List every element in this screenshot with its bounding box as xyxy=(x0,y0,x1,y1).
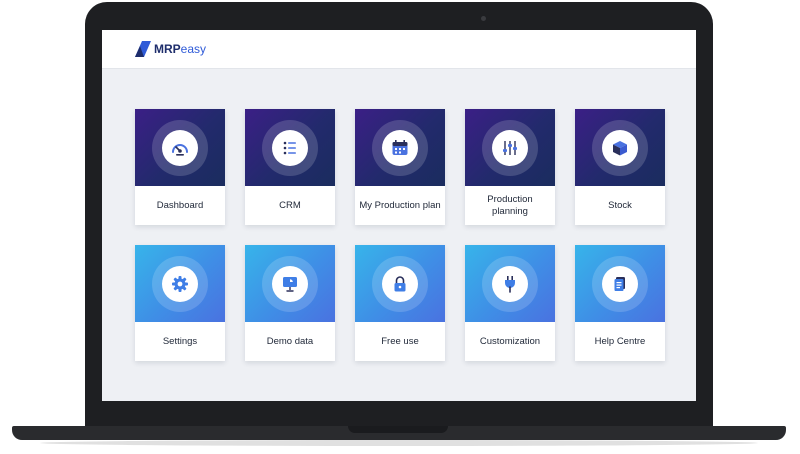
tile-header xyxy=(465,109,555,186)
icon-disc xyxy=(272,266,308,302)
tile-header xyxy=(135,109,225,186)
lock-icon xyxy=(394,276,406,292)
logo[interactable]: MRPeasy xyxy=(154,42,206,56)
list-icon xyxy=(283,141,296,155)
tile-label: Demo data xyxy=(266,335,314,347)
gauge-icon xyxy=(172,144,188,156)
tile-label: Dashboard xyxy=(156,199,204,211)
tile-header xyxy=(575,109,665,186)
tile-label: Production planning xyxy=(487,193,533,217)
laptop-base xyxy=(12,426,786,440)
tile-my-production-plan[interactable]: My Production plan xyxy=(355,109,445,225)
icon-ring xyxy=(372,120,428,176)
tile-label: Customization xyxy=(479,335,541,347)
tile-dashboard[interactable]: Dashboard xyxy=(135,109,225,225)
icon-ring xyxy=(372,256,428,312)
document-icon xyxy=(614,277,625,291)
logo-suffix: easy xyxy=(180,42,207,56)
app-header: MRPeasy xyxy=(102,30,696,69)
icon-ring xyxy=(592,256,648,312)
icon-disc xyxy=(382,130,418,166)
icon-disc xyxy=(492,130,528,166)
tile-label: Help Centre xyxy=(594,335,646,347)
icon-ring xyxy=(482,120,538,176)
tile-settings[interactable]: Settings xyxy=(135,245,225,361)
calendar-icon xyxy=(392,140,408,155)
app-screen: MRPeasy Dashboard CRM My Production plan… xyxy=(102,30,696,401)
plug-icon xyxy=(505,276,515,293)
tile-help-centre[interactable]: Help Centre xyxy=(575,245,665,361)
tile-header xyxy=(465,245,555,322)
icon-disc xyxy=(602,130,638,166)
tile-production-planning[interactable]: Production planning xyxy=(465,109,555,225)
icon-disc xyxy=(492,266,528,302)
tile-header xyxy=(135,245,225,322)
tile-demo-data[interactable]: Demo data xyxy=(245,245,335,361)
laptop-notch xyxy=(348,426,448,433)
icon-ring xyxy=(152,256,208,312)
tile-header xyxy=(355,245,445,322)
tile-label: My Production plan xyxy=(359,199,441,211)
tile-header xyxy=(575,245,665,322)
logo-icon xyxy=(135,41,151,57)
icon-disc xyxy=(272,130,308,166)
presentation-icon xyxy=(283,277,297,292)
tile-customization[interactable]: Customization xyxy=(465,245,555,361)
sliders-icon xyxy=(503,141,517,155)
laptop-shadow xyxy=(40,440,758,446)
icon-disc xyxy=(162,130,198,166)
logo-brand: MRP xyxy=(154,42,181,56)
camera xyxy=(481,16,486,21)
icon-ring xyxy=(592,120,648,176)
tile-stock[interactable]: Stock xyxy=(575,109,665,225)
tile-crm[interactable]: CRM xyxy=(245,109,335,225)
box-icon xyxy=(613,141,627,156)
tile-header xyxy=(245,245,335,322)
tile-label: CRM xyxy=(279,199,301,211)
tile-label: Free use xyxy=(381,335,419,347)
tile-free-use[interactable]: Free use xyxy=(355,245,445,361)
gear-icon xyxy=(172,276,188,292)
icon-disc xyxy=(162,266,198,302)
tile-header xyxy=(245,109,335,186)
tile-label: Settings xyxy=(162,335,198,347)
icon-ring xyxy=(262,256,318,312)
icon-disc xyxy=(602,266,638,302)
tile-label: Stock xyxy=(608,199,632,211)
tile-header xyxy=(355,109,445,186)
icon-ring xyxy=(152,120,208,176)
icon-disc xyxy=(382,266,418,302)
icon-ring xyxy=(262,120,318,176)
icon-ring xyxy=(482,256,538,312)
